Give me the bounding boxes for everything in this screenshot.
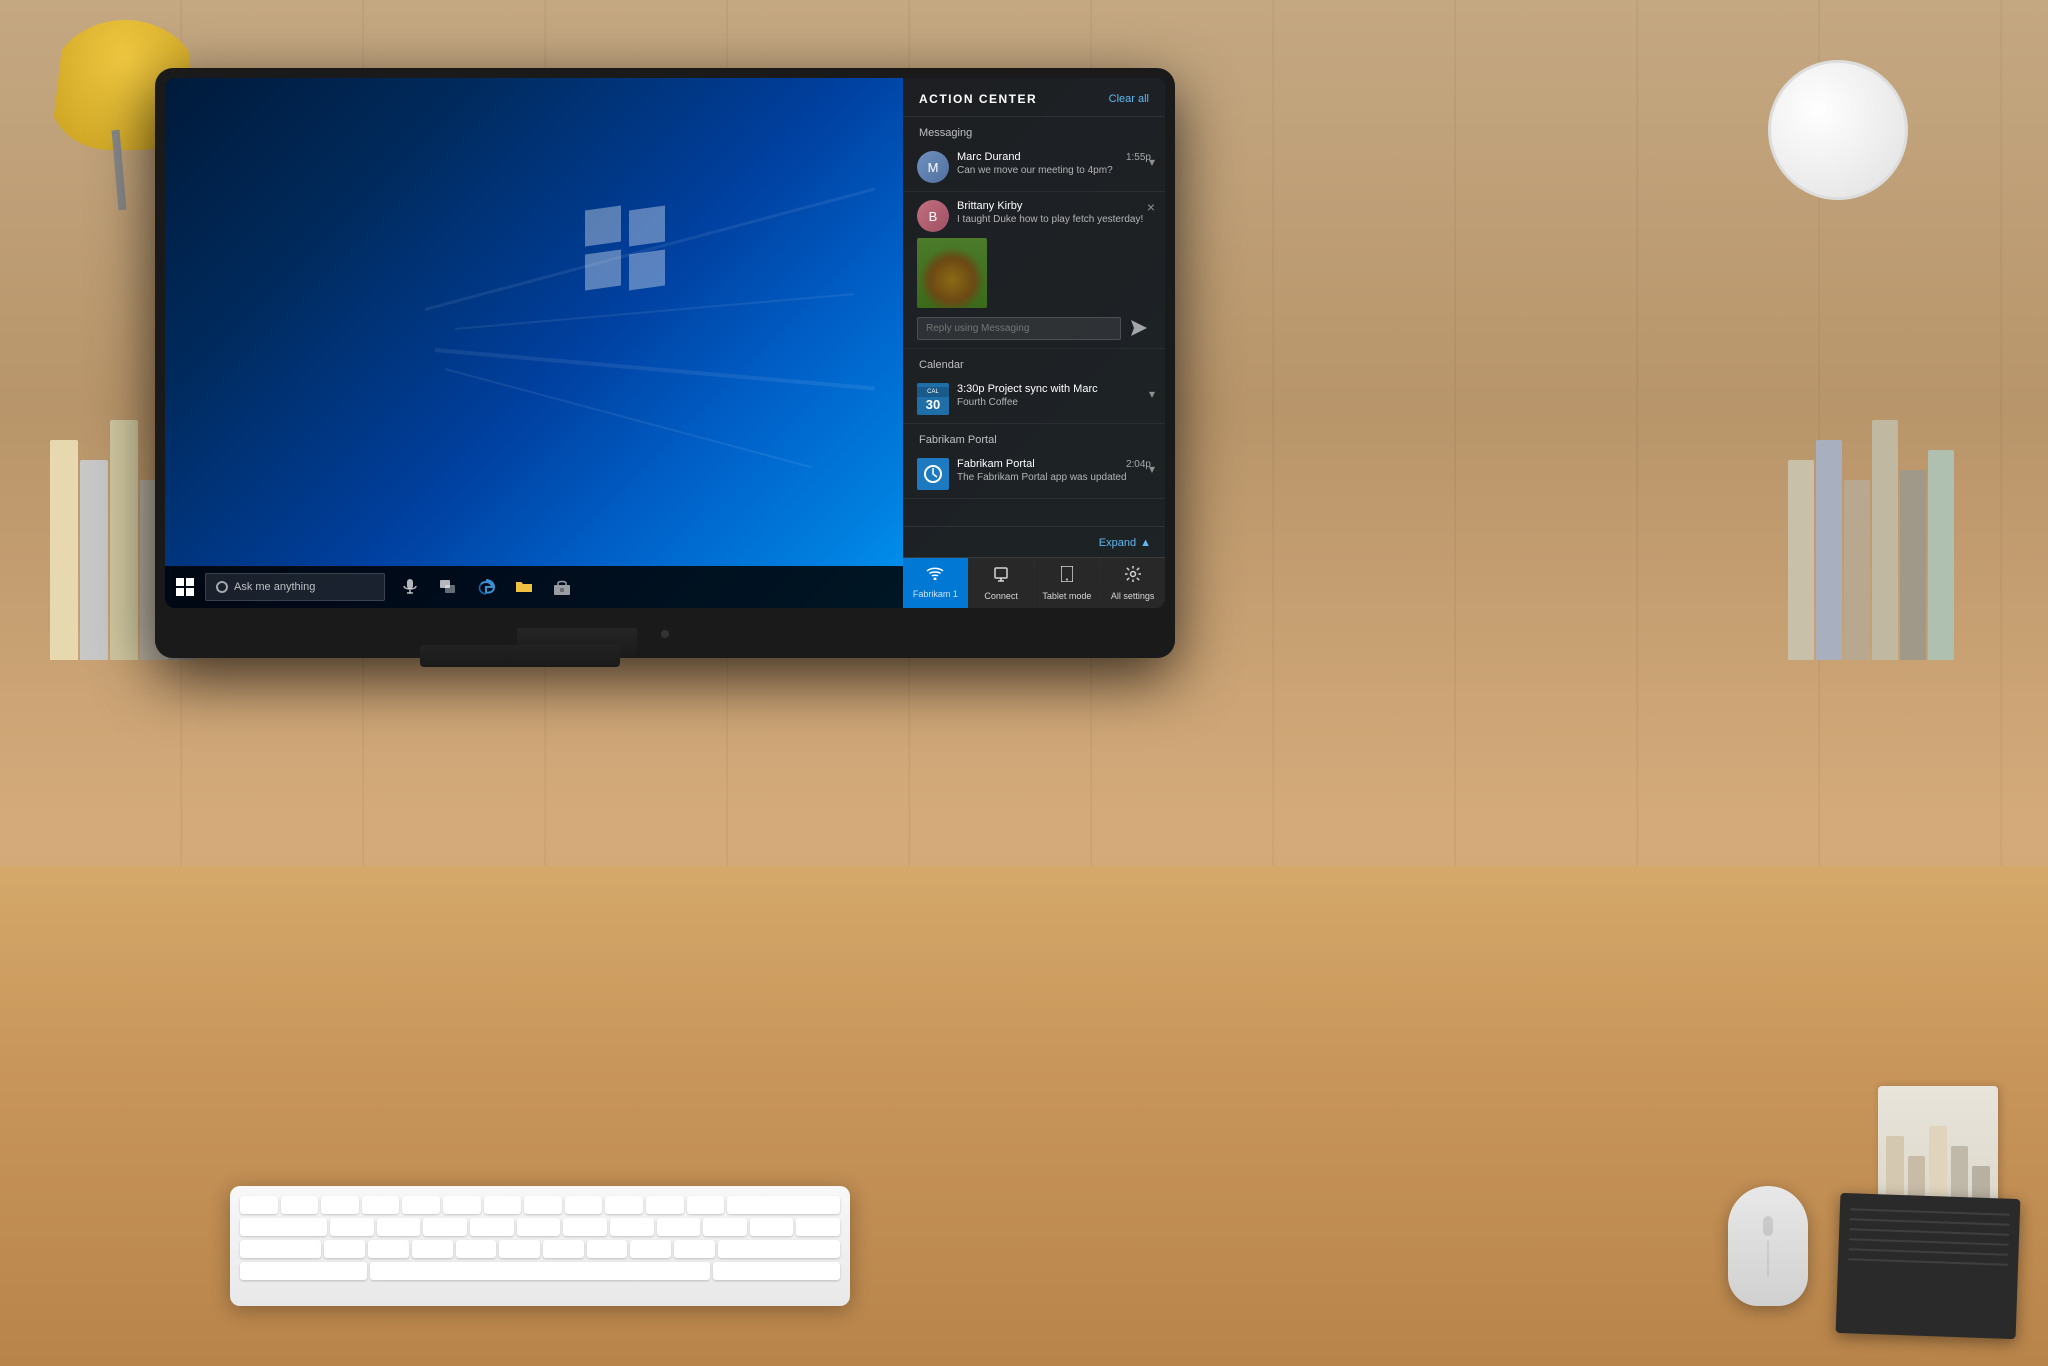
- monitor-base: [420, 645, 620, 667]
- reply-input[interactable]: [917, 317, 1121, 340]
- task-view-icon[interactable]: [431, 570, 465, 604]
- windows-logo-icon: [176, 578, 194, 596]
- marc-message: Can we move our meeting to 4pm?: [957, 165, 1151, 176]
- fabrikam-app-icon: [917, 458, 949, 490]
- calendar-notification-expand[interactable]: ▾: [1149, 387, 1155, 401]
- brittany-notification-content: Brittany Kirby I taught Duke how to play…: [957, 200, 1151, 225]
- desktop-wallpaper: Ask me anything: [165, 78, 1165, 608]
- start-button[interactable]: [165, 566, 205, 608]
- monitor-chin: [155, 610, 1175, 658]
- monitor-indicator-dot: [661, 630, 669, 638]
- wallpaper-light-area: [175, 108, 875, 548]
- brittany-notification: B Brittany Kirby I taught Duke how to pl…: [903, 192, 1165, 349]
- action-center-title: ACTION CENTER: [919, 92, 1037, 106]
- reply-area: [917, 316, 1151, 340]
- search-placeholder: Ask me anything: [234, 581, 315, 593]
- monitor-frame: Ask me anything: [155, 68, 1175, 658]
- expand-chevron-icon: ▲: [1140, 537, 1151, 549]
- marc-sender-name: Marc Durand 1:55p: [957, 151, 1151, 163]
- mouse-scroll-wheel: [1763, 1216, 1773, 1236]
- fabrikam-title: Fabrikam Portal 2:04p: [957, 458, 1151, 470]
- calendar-section-label: Calendar: [903, 349, 1165, 375]
- file-explorer-icon[interactable]: [507, 570, 541, 604]
- calendar-icon: CAL 30: [917, 383, 949, 415]
- brittany-message: I taught Duke how to play fetch yesterda…: [957, 214, 1151, 225]
- decorative-circle: [1768, 60, 1908, 200]
- expand-label: Expand: [1099, 537, 1136, 549]
- mouse: [1728, 1186, 1808, 1306]
- fabrikam-notification: Fabrikam Portal 2:04p The Fabrikam Porta…: [903, 450, 1165, 499]
- books-right: [1788, 330, 1968, 660]
- settings-icon: [1125, 566, 1141, 587]
- brittany-notification-close[interactable]: ×: [1147, 200, 1155, 214]
- calendar-event-title: 3:30p Project sync with Marc: [957, 383, 1151, 395]
- marc-notification-expand[interactable]: ▾: [1149, 155, 1155, 169]
- send-reply-button[interactable]: [1127, 316, 1151, 340]
- wifi-icon: [926, 566, 944, 585]
- edge-icon[interactable]: [469, 570, 503, 604]
- connect-icon: [993, 566, 1009, 587]
- cortana-search[interactable]: Ask me anything: [205, 573, 385, 601]
- fabrikam-message: The Fabrikam Portal app was updated: [957, 472, 1151, 483]
- brittany-avatar: B: [917, 200, 949, 232]
- qa-settings-label: All settings: [1111, 591, 1155, 602]
- expand-button[interactable]: Expand ▲: [1099, 537, 1151, 549]
- quick-actions-area: Expand ▲: [903, 526, 1165, 608]
- qa-connect-label: Connect: [984, 591, 1018, 602]
- marc-notification: M Marc Durand 1:55p Can we move our meet…: [903, 143, 1165, 192]
- taskbar-app-icons: [393, 570, 579, 604]
- store-icon[interactable]: [545, 570, 579, 604]
- tablet-icon: [1061, 566, 1073, 587]
- qa-fabrikam-button[interactable]: Fabrikam 1: [903, 558, 968, 608]
- clear-all-button[interactable]: Clear all: [1109, 93, 1149, 105]
- fabrikam-notification-expand[interactable]: ▾: [1149, 462, 1155, 476]
- marc-notification-content: Marc Durand 1:55p Can we move our meetin…: [957, 151, 1151, 176]
- calendar-notification-content: 3:30p Project sync with Marc Fourth Coff…: [957, 383, 1151, 408]
- brittany-notification-expanded: [917, 238, 1151, 340]
- qa-connect-button[interactable]: Connect: [969, 558, 1034, 608]
- dog-image: [917, 238, 987, 308]
- qa-fabrikam-label: Fabrikam 1: [913, 589, 958, 600]
- fabrikam-notification-content: Fabrikam Portal 2:04p The Fabrikam Porta…: [957, 458, 1151, 483]
- monitor-bezel: Ask me anything: [165, 78, 1165, 608]
- calendar-event-subtitle: Fourth Coffee: [957, 397, 1151, 408]
- messaging-section-label: Messaging: [903, 117, 1165, 143]
- quick-actions-grid: Fabrikam 1 Connect: [903, 557, 1165, 608]
- qa-tablet-label: Tablet mode: [1042, 591, 1091, 602]
- qa-tablet-button[interactable]: Tablet mode: [1035, 558, 1100, 608]
- calendar-notification: CAL 30 3:30p Project sync with Marc Four…: [903, 375, 1165, 424]
- brittany-sender-name: Brittany Kirby: [957, 200, 1151, 212]
- action-center-panel: ACTION CENTER Clear all Messaging M Marc…: [903, 78, 1165, 608]
- fabrikam-section-label: Fabrikam Portal: [903, 424, 1165, 450]
- microphone-icon[interactable]: [393, 570, 427, 604]
- search-icon: [216, 581, 228, 593]
- marc-avatar: M: [917, 151, 949, 183]
- expand-row: Expand ▲: [903, 537, 1165, 557]
- keyboard: [230, 1186, 850, 1306]
- notepad: [1836, 1193, 2021, 1339]
- mouse-divider: [1768, 1241, 1769, 1276]
- action-center-header: ACTION CENTER Clear all: [903, 78, 1165, 117]
- qa-settings-button[interactable]: All settings: [1100, 558, 1165, 608]
